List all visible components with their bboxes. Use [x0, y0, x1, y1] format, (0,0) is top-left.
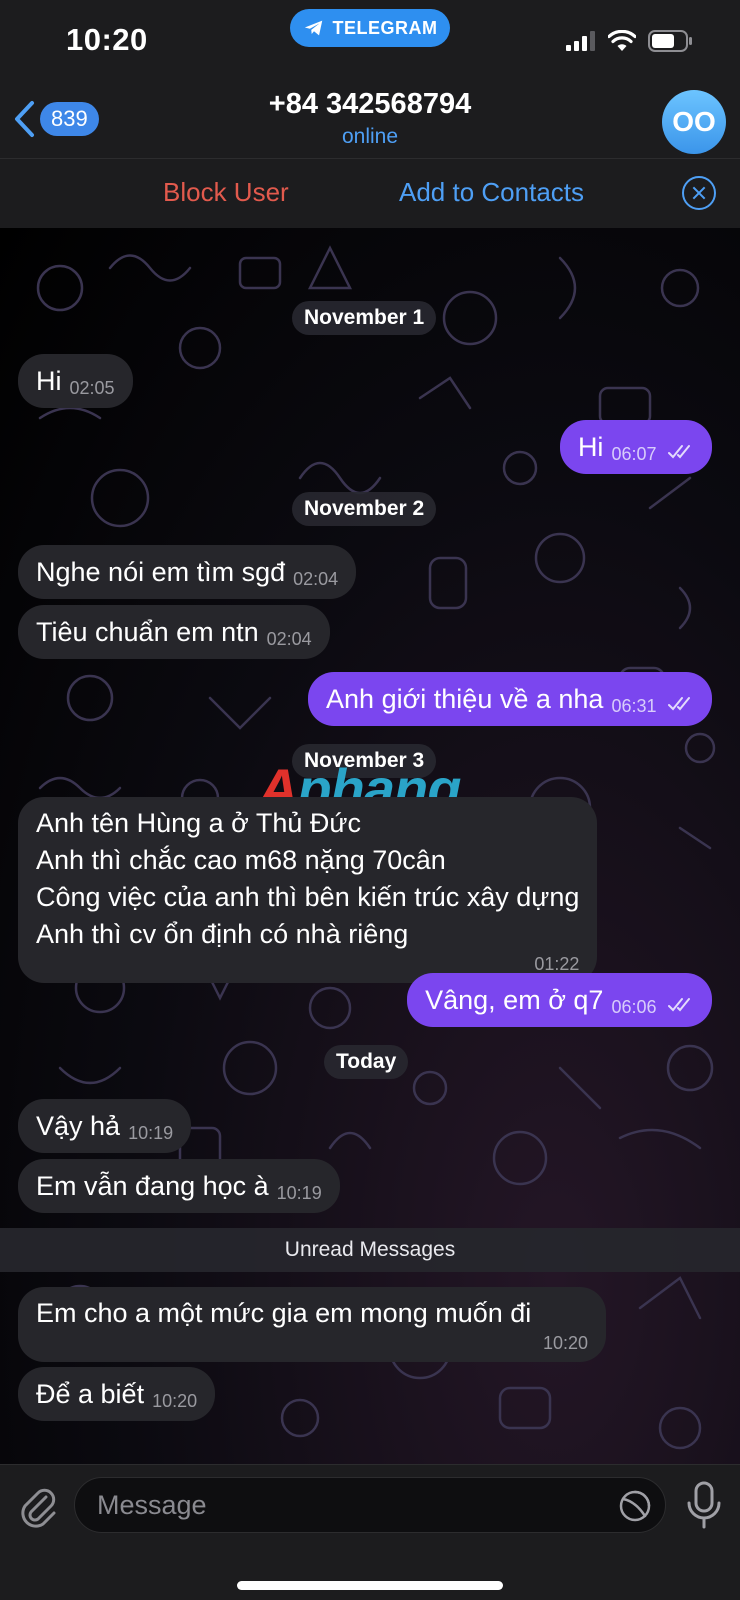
- message-time: 02:05: [69, 378, 115, 398]
- status-time: 10:20: [66, 22, 148, 57]
- action-bar: Block User Add to Contacts: [0, 158, 740, 228]
- chat-header: 839 +84 342568794 online OO: [0, 80, 740, 158]
- home-indicator[interactable]: [237, 1581, 503, 1590]
- add-to-contacts-button[interactable]: Add to Contacts: [399, 177, 584, 208]
- message-composer: [0, 1464, 740, 1600]
- message-text: Tiêu chuẩn em ntn: [36, 617, 259, 647]
- microphone-icon[interactable]: [684, 1481, 724, 1529]
- message-bubble[interactable]: Em cho a một mức gia em mong muốn đi 10:…: [18, 1287, 606, 1362]
- date-separator: November 2: [292, 492, 437, 526]
- status-icons: [566, 30, 694, 52]
- message-text: Vâng, em ở q7: [425, 985, 604, 1015]
- message-time: 06:07: [611, 444, 657, 464]
- message-text: Hi: [577, 432, 604, 462]
- message-bubble[interactable]: Vâng, em ở q7 06:06: [407, 973, 712, 1027]
- message-bubble[interactable]: Nghe nói em tìm sgđ 02:04: [18, 545, 357, 599]
- sticker-icon[interactable]: [618, 1489, 652, 1523]
- message-bubble[interactable]: Để a biết 10:20: [18, 1367, 216, 1421]
- message-bubble[interactable]: Em vẫn đang học à 10:19: [18, 1159, 340, 1213]
- message-bubble[interactable]: Tiêu chuẩn em ntn 02:04: [18, 605, 330, 659]
- message-text: Nghe nói em tìm sgđ: [36, 557, 286, 587]
- message-input[interactable]: [74, 1477, 666, 1533]
- message-text: Để a biết: [36, 1379, 145, 1409]
- contact-status: online: [341, 125, 399, 148]
- message-time: 02:04: [293, 569, 339, 589]
- block-user-button[interactable]: Block User: [163, 177, 289, 208]
- double-check-icon: [668, 697, 690, 711]
- message-time: 10:19: [128, 1123, 174, 1143]
- unread-messages-divider: Unread Messages: [0, 1228, 740, 1272]
- message-line: Công việc của anh thì bên kiến trúc xây …: [36, 882, 580, 912]
- message-text: Vậy hả: [36, 1111, 121, 1141]
- message-bubble[interactable]: Hi 06:07: [559, 420, 712, 474]
- attach-icon[interactable]: [18, 1485, 58, 1529]
- double-check-icon: [668, 445, 690, 459]
- message-line: Anh thì chắc cao m68 nặng 70cân: [36, 845, 446, 875]
- wifi-icon: [608, 30, 636, 51]
- double-check-icon: [668, 998, 690, 1012]
- message-text: Anh giới thiệu về a nha: [326, 684, 604, 714]
- message-text: Em cho a một mức gia em mong muốn đi: [36, 1298, 532, 1328]
- telegram-pill[interactable]: TELEGRAM: [290, 9, 450, 47]
- message-text: Hi: [36, 366, 62, 396]
- message-text: Em vẫn đang học à: [36, 1171, 269, 1201]
- message-line: Anh thì cv ổn định có nhà riêng: [36, 919, 409, 949]
- telegram-pill-label: TELEGRAM: [332, 17, 438, 38]
- message-bubble[interactable]: Anh tên Hùng a ở Thủ Đức Anh thì chắc ca…: [18, 797, 598, 983]
- message-time: 02:04: [266, 629, 312, 649]
- message-bubble[interactable]: Vậy hả 10:19: [18, 1099, 192, 1153]
- message-time: 06:06: [611, 997, 657, 1017]
- message-time: 06:31: [611, 696, 657, 716]
- avatar[interactable]: OO: [662, 90, 726, 154]
- close-icon[interactable]: [682, 176, 716, 210]
- message-line: Anh tên Hùng a ở Thủ Đức: [36, 808, 361, 838]
- message-time: 10:20: [542, 1333, 588, 1353]
- message-bubble[interactable]: Hi 02:05: [18, 354, 133, 408]
- contact-name[interactable]: +84 342568794: [0, 88, 740, 121]
- telegram-icon: [304, 20, 322, 36]
- status-bar: 10:20 TELEGRAM: [0, 0, 740, 80]
- date-separator: Today: [324, 1045, 409, 1079]
- message-bubble[interactable]: Anh giới thiệu về a nha 06:31: [308, 672, 712, 726]
- message-time: 10:20: [152, 1391, 198, 1411]
- message-time: 01:22: [534, 954, 580, 974]
- date-separator: November 1: [292, 301, 437, 335]
- chat-area[interactable]: November 1 Hi 02:05 Hi 06:07 November 2 Ng…: [0, 228, 740, 1464]
- message-time: 10:19: [276, 1183, 322, 1203]
- battery-icon: [648, 30, 692, 52]
- signal-icon: [566, 31, 595, 51]
